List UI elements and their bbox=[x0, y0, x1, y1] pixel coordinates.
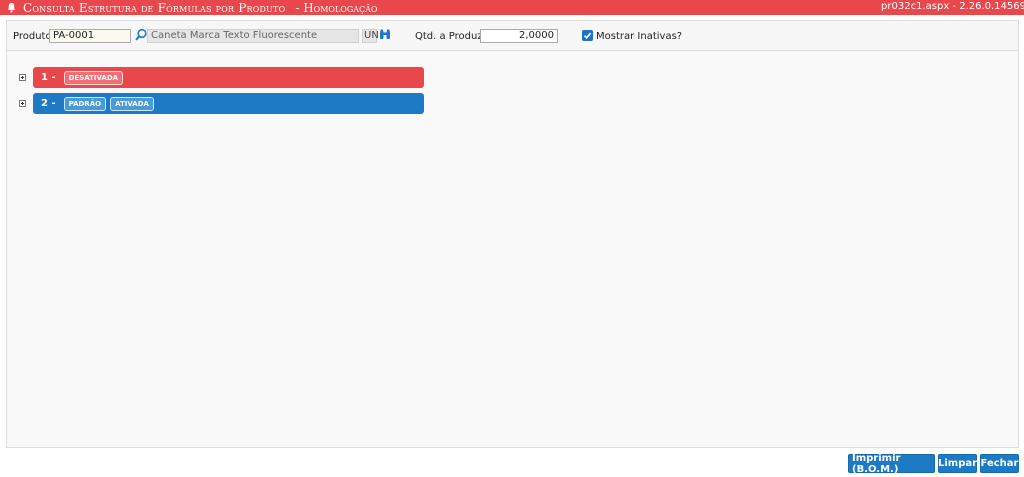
search-icon[interactable] bbox=[134, 28, 148, 42]
tree-node-2: 2 - PADRÃO ATIVADA bbox=[19, 93, 424, 114]
clear-button[interactable]: Limpar bbox=[938, 454, 977, 473]
formula-number: 2 - bbox=[41, 98, 56, 109]
produto-code-input[interactable]: PA-0001 bbox=[49, 29, 131, 43]
version-label: pr032c1.aspx - 2.26.0.14569 bbox=[881, 1, 1024, 12]
mostrar-inativas-checkbox[interactable] bbox=[582, 30, 593, 41]
mostrar-inativas-label: Mostrar Inativas? bbox=[596, 31, 683, 42]
expand-icon[interactable] bbox=[19, 74, 26, 81]
check-icon bbox=[583, 32, 592, 39]
bell-icon[interactable] bbox=[6, 2, 17, 13]
page-title: Consulta Estrutura de Fórmulas por Produ… bbox=[23, 0, 286, 15]
formula-tree-panel: 1 - DESATIVADA 2 - PADRÃO ATIVADA bbox=[6, 50, 1019, 448]
unit-field: UN bbox=[362, 29, 379, 43]
environment-label: - Homologação bbox=[295, 0, 378, 15]
default-badge: PADRÃO bbox=[63, 96, 107, 111]
close-button[interactable]: Fechar bbox=[980, 454, 1019, 473]
formula-row[interactable]: 2 - PADRÃO ATIVADA bbox=[33, 93, 424, 114]
filter-toolbar: Produto: PA-0001 Caneta Marca Texto Fluo… bbox=[6, 20, 1019, 50]
title-bar: Consulta Estrutura de Fórmulas por Produ… bbox=[0, 0, 1024, 15]
formula-number: 1 - bbox=[41, 72, 56, 83]
expand-icon[interactable] bbox=[19, 100, 26, 107]
produto-description-field: Caneta Marca Texto Fluorescente bbox=[147, 29, 359, 43]
qtd-produzir-input[interactable]: 2,0000 bbox=[480, 29, 558, 43]
formula-row[interactable]: 1 - DESATIVADA bbox=[33, 67, 424, 88]
print-bom-button[interactable]: Imprimir (B.O.M.) bbox=[848, 453, 935, 475]
binoculars-icon[interactable] bbox=[378, 28, 392, 42]
tree-node-1: 1 - DESATIVADA bbox=[19, 67, 424, 88]
status-badge: DESATIVADA bbox=[63, 70, 124, 85]
status-badge: ATIVADA bbox=[110, 96, 154, 111]
